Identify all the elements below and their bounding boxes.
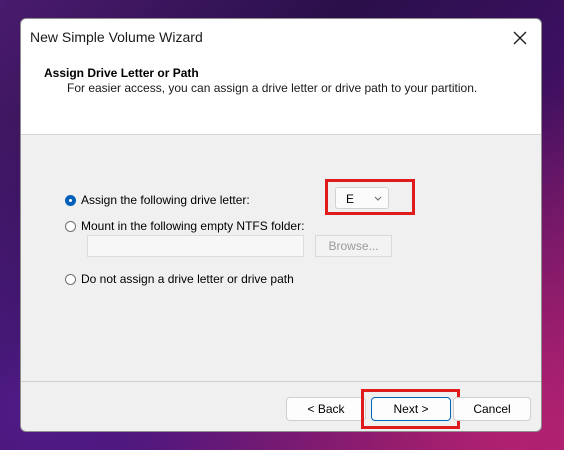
close-icon (513, 31, 527, 45)
wizard-dialog: New Simple Volume Wizard Assign Drive Le… (20, 18, 542, 432)
radio-label: Do not assign a drive letter or drive pa… (81, 272, 294, 286)
footer-divider (21, 381, 541, 382)
radio-no-assign[interactable]: Do not assign a drive letter or drive pa… (65, 272, 294, 286)
back-button[interactable]: < Back (286, 397, 366, 421)
cancel-button[interactable]: Cancel (453, 397, 531, 421)
radio-button-checked[interactable] (65, 194, 76, 206)
window-title: New Simple Volume Wizard (30, 29, 203, 45)
wizard-header: Assign Drive Letter or Path For easier a… (21, 57, 541, 135)
radio-button[interactable] (65, 273, 76, 285)
radio-label: Mount in the following empty NTFS folder… (81, 219, 305, 233)
title-bar: New Simple Volume Wizard (21, 19, 541, 57)
browse-button[interactable]: Browse... (315, 235, 392, 257)
radio-mount-folder[interactable]: Mount in the following empty NTFS folder… (65, 219, 304, 233)
close-button[interactable] (507, 25, 533, 51)
radio-label: Assign the following drive letter: (81, 193, 250, 207)
folder-path-input[interactable] (87, 235, 304, 257)
wizard-content: Assign the following drive letter: E Mou… (21, 135, 541, 381)
radio-button[interactable] (65, 220, 76, 232)
page-subtitle: For easier access, you can assign a driv… (67, 81, 478, 95)
radio-assign-letter[interactable]: Assign the following drive letter: (65, 193, 250, 207)
highlight-drive-letter (325, 179, 415, 215)
highlight-next-button (361, 389, 460, 429)
page-title: Assign Drive Letter or Path (44, 66, 199, 80)
